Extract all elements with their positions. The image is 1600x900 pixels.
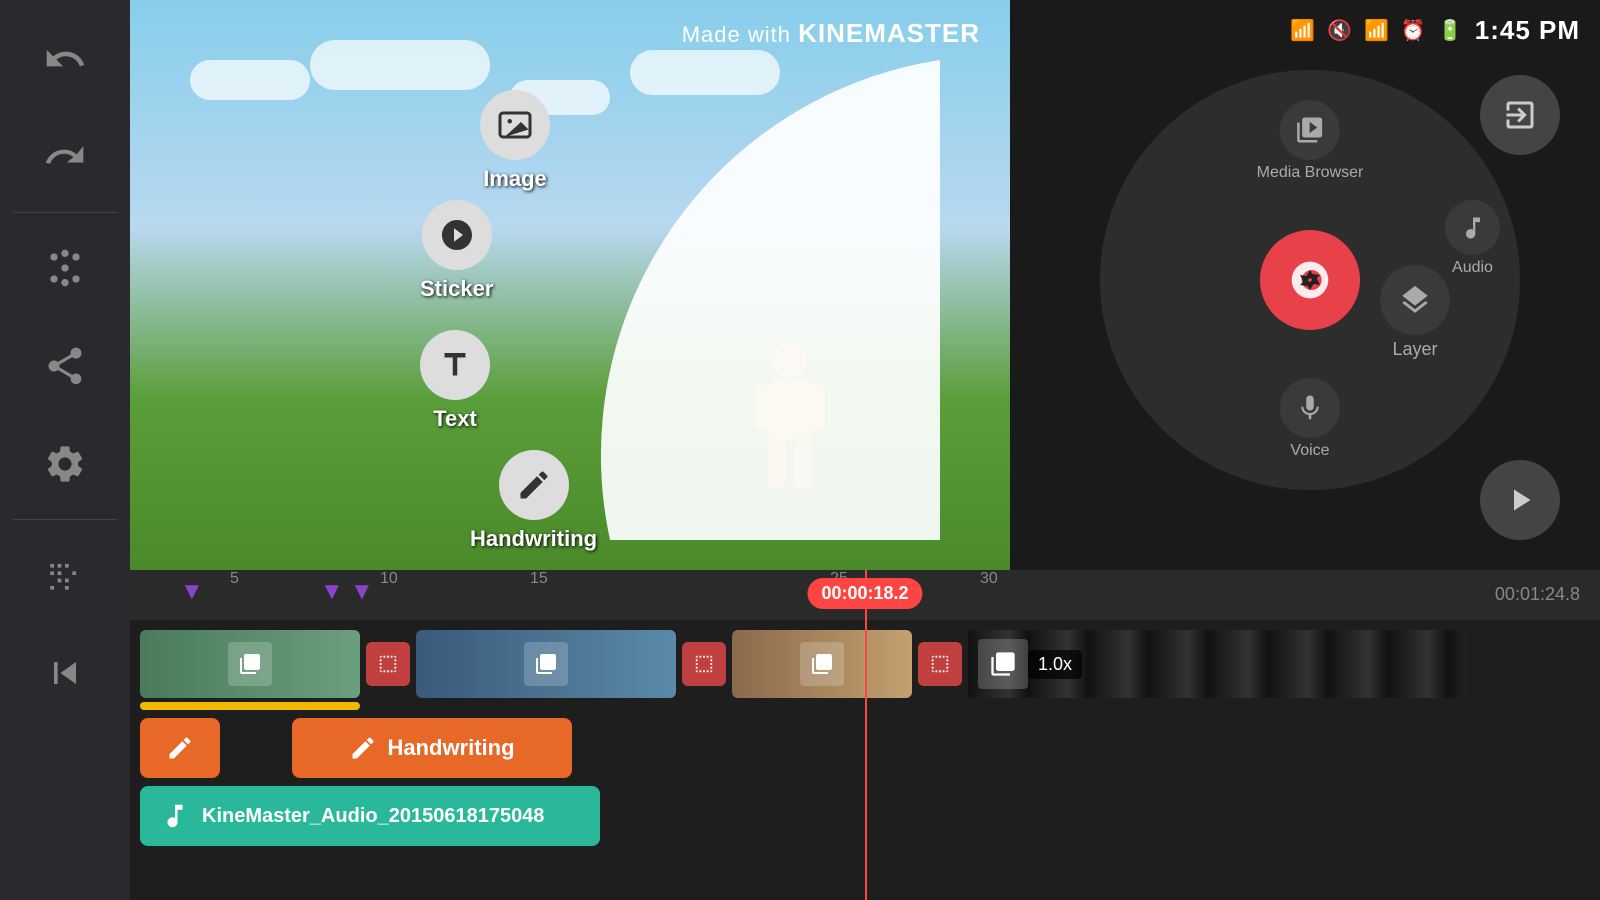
time-display: 1:45 PM (1475, 15, 1580, 46)
handwriting-large-icon (349, 734, 377, 762)
media-browser-segment[interactable]: Media Browser (1257, 100, 1364, 182)
play-button[interactable] (1480, 460, 1560, 540)
handwriting-label: Handwriting (470, 526, 597, 552)
settings-button[interactable] (20, 419, 110, 509)
alarm-icon: ⏰ (1401, 18, 1426, 43)
back-button[interactable] (1480, 75, 1560, 155)
share-button[interactable] (20, 321, 110, 411)
audio-clip[interactable]: KineMaster_Audio_20150618175048 (140, 786, 600, 846)
handwriting-button-small[interactable] (140, 718, 220, 778)
wifi-icon: 📶 (1364, 18, 1389, 43)
image-menu-item[interactable]: Image (480, 90, 550, 192)
effects-button[interactable] (20, 223, 110, 313)
mute-icon: 🔇 (1327, 18, 1352, 43)
video-clip-long[interactable]: 1.0x (968, 630, 1468, 698)
audio-icon (1445, 200, 1500, 255)
clip-2-icon (524, 642, 568, 686)
bluetooth-icon: 📶 (1290, 18, 1315, 43)
long-clip-icon (978, 639, 1028, 689)
video-clip-1[interactable] (140, 630, 360, 698)
timeline: 5 10 15 25 30 ▼ ▼ ▼ 00:00:18.2 00:01:24.… (130, 570, 1600, 900)
voice-icon (1280, 378, 1340, 438)
sticker-icon-box (422, 200, 492, 270)
redo-button[interactable] (20, 112, 110, 202)
ruler-mark-10: 10 (380, 570, 398, 588)
clip-separator-2[interactable] (682, 642, 726, 686)
clip-1-icon (228, 642, 272, 686)
circular-menu: Media Browser Layer Aud (1100, 70, 1520, 490)
play-icon (1502, 482, 1538, 518)
current-time-display: 00:00:18.2 (807, 578, 922, 609)
audio-track-icon (160, 801, 190, 831)
end-time-display: 00:01:24.8 (1495, 584, 1580, 605)
voice-segment[interactable]: Voice (1280, 378, 1340, 460)
clip-separator-3[interactable] (918, 642, 962, 686)
chapter-marker-1: ▼ (180, 578, 204, 606)
handwriting-small-icon (166, 734, 194, 762)
record-icon (1285, 255, 1335, 305)
sticker-label: Sticker (420, 276, 493, 302)
audio-label: Audio (1452, 259, 1493, 277)
video-preview: Made with KINEMASTER Image (130, 0, 1010, 570)
chapter-marker-2: ▼ (320, 578, 344, 606)
handwriting-track-label: Handwriting (387, 735, 514, 761)
text-label: Text (433, 406, 477, 432)
layer-menu: Image Sticker Text (360, 60, 1010, 570)
text-icon-box (420, 330, 490, 400)
image-label: Image (483, 166, 547, 192)
adjust-clips-button[interactable] (20, 530, 110, 620)
sticker-menu-item[interactable]: Sticker (420, 200, 493, 302)
status-bar: 📶 🔇 📶 ⏰ 🔋 1:45 PM (1250, 0, 1600, 60)
ruler-mark-15: 15 (530, 570, 548, 588)
layer-label: Layer (1392, 339, 1437, 360)
clip-3-icon (800, 642, 844, 686)
ruler-mark-5: 5 (230, 570, 239, 588)
back-icon (1502, 97, 1538, 133)
watermark: Made with KINEMASTER (682, 18, 980, 49)
voice-label: Voice (1290, 442, 1329, 460)
watermark-brand: KINEMASTER (798, 18, 980, 48)
ruler-mark-30: 30 (980, 570, 998, 588)
speed-badge: 1.0x (1028, 650, 1082, 679)
playhead-line (865, 570, 867, 900)
layer-icon (1380, 265, 1450, 335)
video-clip-3[interactable] (732, 630, 912, 698)
chapter-marker-3: ▼ (350, 578, 374, 606)
image-icon-box (480, 90, 550, 160)
handwriting-button-large[interactable]: Handwriting (292, 718, 572, 778)
handwriting-menu-item[interactable]: Handwriting (470, 450, 597, 552)
video-clip-2[interactable] (416, 630, 676, 698)
handwriting-icon-box (499, 450, 569, 520)
left-sidebar (0, 0, 130, 900)
text-menu-item[interactable]: Text (420, 330, 490, 432)
layer-segment[interactable]: Layer (1380, 265, 1450, 360)
fan-background (360, 60, 1010, 570)
clip-separator-1[interactable] (366, 642, 410, 686)
clip-progress-bar (140, 702, 360, 710)
undo-button[interactable] (20, 14, 110, 104)
media-browser-icon (1280, 100, 1340, 160)
watermark-prefix: Made with (682, 22, 798, 47)
audio-track-label: KineMaster_Audio_20150618175048 (202, 805, 544, 828)
rewind-button[interactable] (20, 628, 110, 718)
audio-segment[interactable]: Audio (1445, 200, 1500, 277)
media-browser-label: Media Browser (1257, 164, 1364, 182)
battery-icon: 🔋 (1438, 18, 1463, 43)
record-button[interactable] (1260, 230, 1360, 330)
